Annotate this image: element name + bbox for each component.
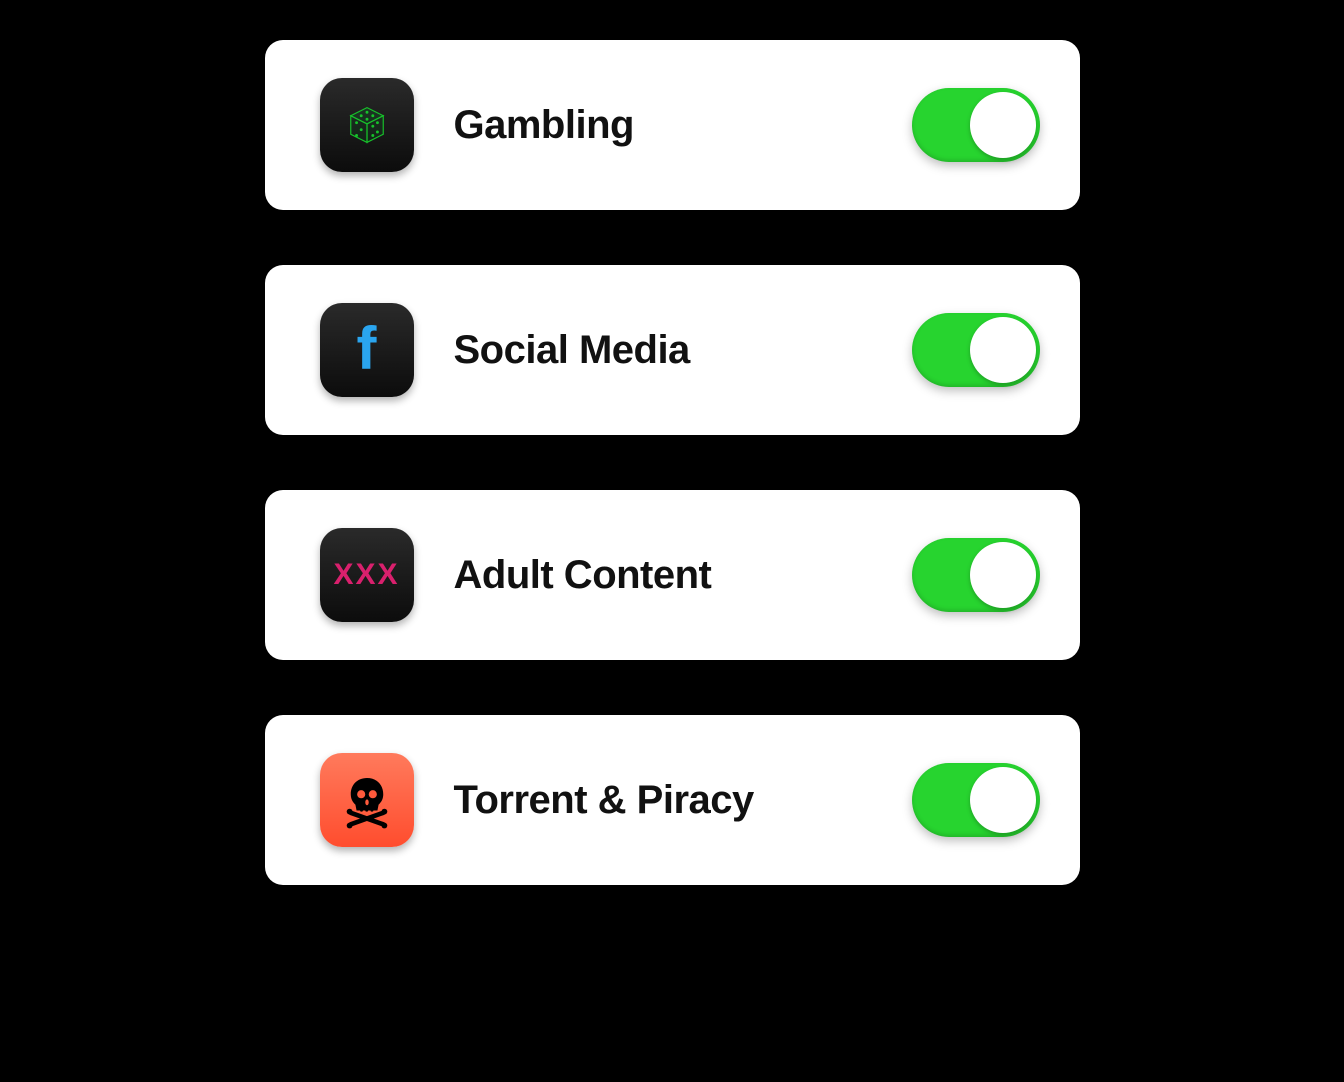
category-row-adult-content: XXX Adult Content bbox=[265, 490, 1080, 660]
toggle-torrent-piracy[interactable] bbox=[912, 763, 1040, 837]
skull-icon bbox=[320, 753, 414, 847]
toggle-gambling[interactable] bbox=[912, 88, 1040, 162]
category-row-gambling: Gambling bbox=[265, 40, 1080, 210]
category-label: Social Media bbox=[454, 328, 912, 373]
category-row-social-media: f Social Media bbox=[265, 265, 1080, 435]
facebook-icon: f bbox=[320, 303, 414, 397]
toggle-social-media[interactable] bbox=[912, 313, 1040, 387]
category-row-torrent-piracy: Torrent & Piracy bbox=[265, 715, 1080, 885]
toggle-adult-content[interactable] bbox=[912, 538, 1040, 612]
category-label: Torrent & Piracy bbox=[454, 778, 912, 823]
xxx-icon: XXX bbox=[320, 528, 414, 622]
category-label: Gambling bbox=[454, 103, 912, 148]
category-label: Adult Content bbox=[454, 553, 912, 598]
dice-icon bbox=[320, 78, 414, 172]
